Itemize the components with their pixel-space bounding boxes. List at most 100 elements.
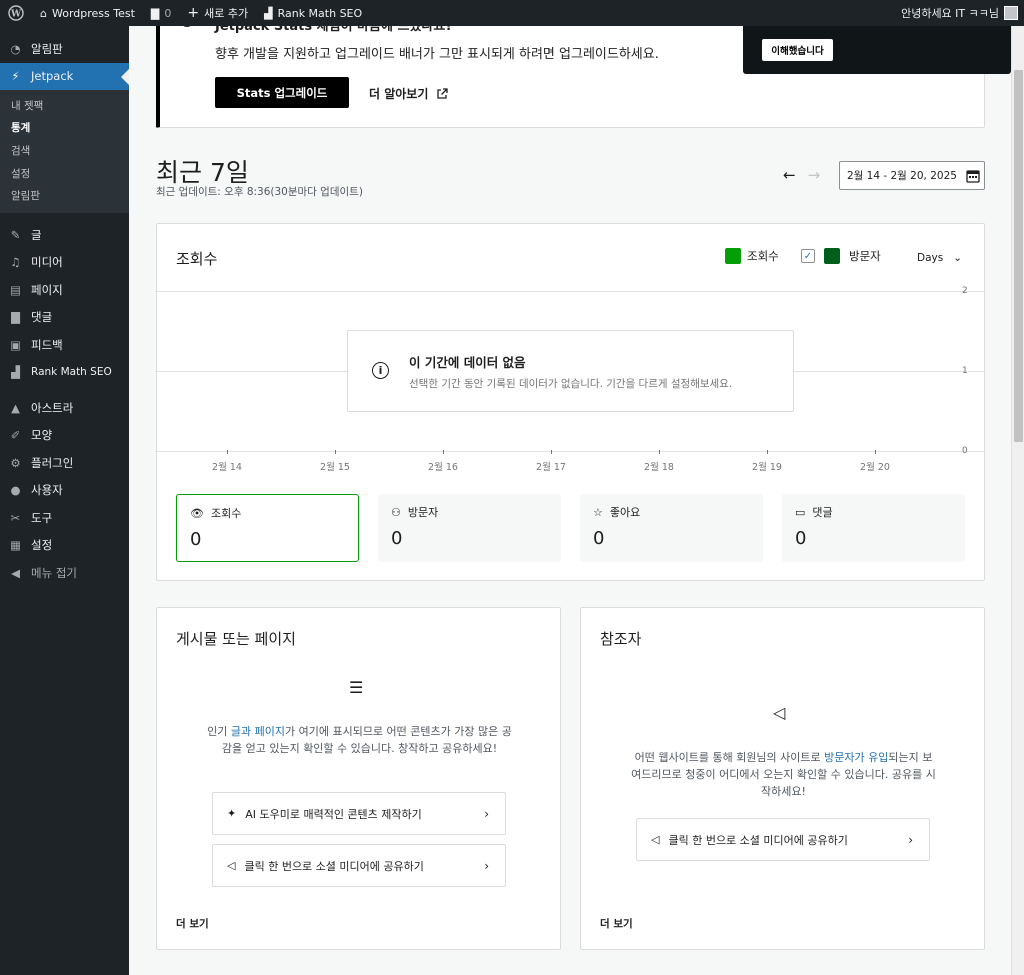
comments-link[interactable]: ▇ 0 xyxy=(143,0,179,26)
previous-arrow-icon[interactable]: ← xyxy=(783,166,796,184)
rank-math-label: Rank Math SEO xyxy=(277,6,363,20)
rankmath-icon: ▟ xyxy=(264,6,273,20)
menu-jetpack[interactable]: ⚡ Jetpack xyxy=(0,62,129,90)
chart-card: 조회수 조회수 ✓ 방문자 Days ⌄ 2 1 0 2월 14 2월 15 2월 16 2… xyxy=(156,223,985,581)
date-range-label: 2월 14 - 2월 20, 2025 xyxy=(847,170,957,182)
posts-link[interactable]: 글과 페이지 xyxy=(231,725,285,738)
menu-posts[interactable]: ✎ 글 xyxy=(0,221,129,249)
info-icon: i xyxy=(372,362,389,379)
stat-visitors[interactable]: ⚇ 방문자 0 xyxy=(378,494,561,562)
menu-tools[interactable]: ✂ 도구 xyxy=(0,504,129,532)
greeting: 안녕하세요 IT ㅋㅋ님 xyxy=(901,7,999,20)
stat-label: 조회수 xyxy=(210,507,242,520)
stat-label: 방문자 xyxy=(407,506,439,519)
menu-users[interactable]: ● 사용자 xyxy=(0,476,129,504)
stat-value: 0 xyxy=(593,528,605,549)
menu-label: 페이지 xyxy=(31,282,63,297)
stat-likes[interactable]: ☆ 좋아요 0 xyxy=(580,494,763,562)
y-tick-label: 1 xyxy=(962,366,968,376)
menu-label: 글 xyxy=(31,227,42,242)
views-swatch xyxy=(725,248,741,264)
action-label: AI 도우미로 매력적인 콘텐츠 제작하기 xyxy=(245,807,422,821)
menu-collapse[interactable]: ◀ 메뉴 접기 xyxy=(0,559,129,587)
no-data-title: 이 기간에 데이터 없음 xyxy=(409,355,526,370)
got-it-button[interactable]: 이해했습니다 xyxy=(762,39,833,61)
menu-plugins[interactable]: ⚙ 플러그인 xyxy=(0,449,129,477)
gridline xyxy=(157,291,984,292)
x-tick xyxy=(227,450,228,454)
submenu-stats[interactable]: 통계 xyxy=(0,117,129,140)
submenu-my-jetpack[interactable]: 내 젯팩 xyxy=(0,94,129,117)
menu-appearance[interactable]: ✐ 모양 xyxy=(0,421,129,449)
referrers-panel-description: 어떤 웹사이트를 통해 회원님의 사이트로 방문자가 유입되는지 보여드리므로 … xyxy=(631,749,936,800)
megaphone-icon: ◁ xyxy=(773,703,786,722)
menu-settings[interactable]: ▦ 설정 xyxy=(0,531,129,559)
more-link[interactable]: 더 보기 xyxy=(176,916,209,931)
menu-label: 댓글 xyxy=(31,310,53,325)
wordpress-logo-icon[interactable]: W xyxy=(0,0,32,26)
comment-icon: ▇ xyxy=(150,6,160,20)
new-content-link[interactable]: + 새로 추가 xyxy=(179,0,256,26)
upgrade-button[interactable]: Stats 업그레이드 xyxy=(215,77,349,108)
next-arrow-icon[interactable]: → xyxy=(808,166,821,184)
menu-astra[interactable]: ▲ 아스트라 xyxy=(0,394,129,422)
settings-icon: ▦ xyxy=(10,538,21,553)
site-name-link[interactable]: ⌂ Wordpress Test xyxy=(32,0,143,26)
page-icon: ▤ xyxy=(10,282,21,297)
wrench-icon: ✂ xyxy=(10,510,21,525)
posts-panel: 게시물 또는 페이지 ☰ 인기 글과 페이지가 여기에 표시되므로 어떤 콘텐츠… xyxy=(156,607,561,950)
menu-dashboard[interactable]: ◔ 알림판 xyxy=(0,35,129,63)
submenu-search[interactable]: 검색 xyxy=(0,139,129,162)
rank-math-link[interactable]: ▟ Rank Math SEO xyxy=(256,0,370,26)
x-tick xyxy=(551,450,552,454)
share-social-action[interactable]: ◁ 클릭 한 번으로 소셜 미디어에 공유하기 › xyxy=(636,818,930,861)
learn-more-label: 더 알아보기 xyxy=(369,87,429,101)
period-select[interactable]: Days ⌄ xyxy=(917,252,962,264)
stat-views[interactable]: 👁 조회수 0 xyxy=(176,494,359,562)
notice-toast: 이해했습니다 xyxy=(743,26,1011,74)
visitors-checkbox[interactable]: ✓ xyxy=(801,249,815,263)
site-name: Wordpress Test xyxy=(51,6,135,20)
plus-icon: + xyxy=(187,5,200,21)
y-tick-label: 0 xyxy=(962,446,968,456)
date-range-picker[interactable]: 2월 14 - 2월 20, 2025 xyxy=(839,161,985,190)
plugin-icon: ⚙ xyxy=(10,455,21,470)
menu-feedback[interactable]: ▣ 피드백 xyxy=(0,331,129,359)
menu-label: 설정 xyxy=(31,538,53,553)
gridline xyxy=(157,451,984,452)
stat-value: 0 xyxy=(391,528,403,549)
stat-comments[interactable]: ▭ 댓글 0 xyxy=(782,494,965,562)
period-nav: ← → xyxy=(783,166,820,184)
desc-text: 어떤 웹사이트를 통해 회원님의 사이트로 xyxy=(634,751,825,764)
learn-more-link[interactable]: 더 알아보기 xyxy=(369,85,449,102)
menu-media[interactable]: ♫ 미디어 xyxy=(0,248,129,276)
menu-rankmath[interactable]: ▟ Rank Math SEO xyxy=(0,358,129,386)
menu-label: 알림판 xyxy=(31,41,63,56)
stat-value: 0 xyxy=(795,528,807,549)
menu-label: 미디어 xyxy=(31,255,63,270)
banner-text: 향후 개발을 지원하고 업그레이드 배너가 그만 표시되게 하려면 업그레이드하… xyxy=(215,47,659,62)
referrers-panel: 참조자 ◁ 어떤 웹사이트를 통해 회원님의 사이트로 방문자가 유입되는지 보… xyxy=(580,607,985,950)
stat-label: 댓글 xyxy=(812,506,833,519)
account-menu[interactable]: 안녕하세요 IT ㅋㅋ님 xyxy=(893,0,1024,26)
visitors-link[interactable]: 방문자가 유입 xyxy=(824,751,888,764)
eye-icon: 👁 xyxy=(190,506,204,520)
jetpack-submenu: 내 젯팩 통계 검색 설정 알림판 xyxy=(0,90,129,213)
menu-label: 피드백 xyxy=(31,337,63,352)
no-data-notice: i 이 기간에 데이터 없음 선택한 기간 동안 기록된 데이터가 없습니다. … xyxy=(347,330,794,412)
menu-label: 메뉴 접기 xyxy=(31,565,77,580)
x-tick xyxy=(875,450,876,454)
menu-comments[interactable]: ▇ 댓글 xyxy=(0,303,129,331)
posts-panel-title: 게시물 또는 페이지 xyxy=(176,630,296,648)
updated-text: 최근 업데이트: 오후 8:36(30분마다 업데이트) xyxy=(156,186,363,198)
menu-pages[interactable]: ▤ 페이지 xyxy=(0,276,129,304)
legend-visitors[interactable]: ✓ 방문자 xyxy=(801,248,881,264)
media-icon: ♫ xyxy=(10,255,21,270)
submenu-settings[interactable]: 설정 xyxy=(0,162,129,185)
scrollbar-thumb[interactable] xyxy=(1014,70,1023,442)
ai-assistant-action[interactable]: ✦ AI 도우미로 매력적인 콘텐츠 제작하기 › xyxy=(212,792,506,835)
share-social-action[interactable]: ◁ 클릭 한 번으로 소셜 미디어에 공유하기 › xyxy=(212,844,506,887)
submenu-dashboard[interactable]: 알림판 xyxy=(0,184,129,207)
more-link[interactable]: 더 보기 xyxy=(600,916,633,931)
scrollbar[interactable] xyxy=(1011,26,1024,975)
